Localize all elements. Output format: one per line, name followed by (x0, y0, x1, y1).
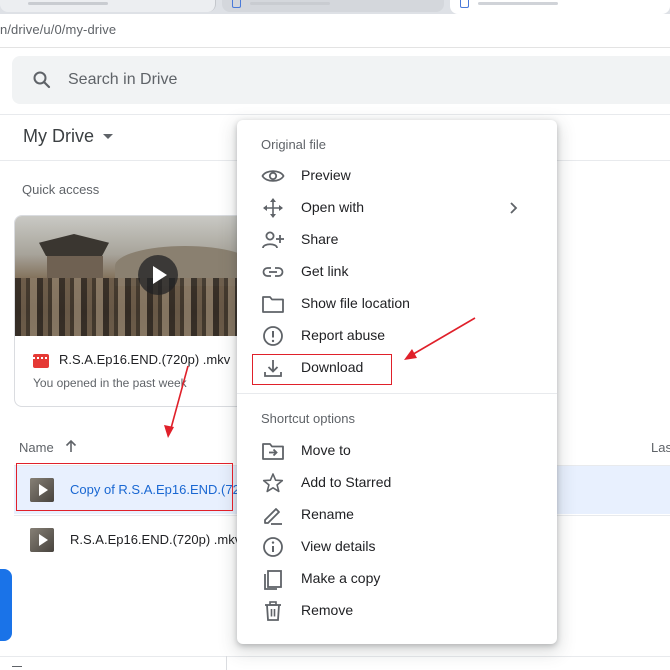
info-icon (261, 536, 285, 558)
menu-item-report-abuse[interactable]: Report abuse (237, 320, 557, 352)
menu-item-label: Move to (301, 442, 351, 458)
sort-arrow-up-icon[interactable] (64, 438, 78, 454)
play-icon[interactable] (138, 255, 178, 295)
menu-item-label: Remove (301, 602, 354, 618)
address-bar[interactable]: n/drive/u/0/my-drive (0, 14, 670, 48)
chevron-right-icon (507, 200, 521, 216)
tab-title-placeholder (250, 2, 330, 5)
search-icon[interactable] (32, 70, 52, 90)
menu-item-label: Report abuse (301, 327, 386, 343)
menu-divider (237, 393, 557, 394)
video-file-icon (30, 528, 54, 552)
menu-section-original-file: Original file (261, 137, 327, 152)
search-bar[interactable] (12, 56, 670, 104)
tab-favicon-icon (232, 0, 241, 8)
file-name: R.S.A.Ep16.END.(720p) .mkv (70, 532, 242, 547)
eye-icon (261, 165, 285, 187)
menu-item-make-a-copy[interactable]: Make a copy (237, 563, 557, 595)
quick-access-subtitle: You opened in the past week (33, 376, 187, 390)
column-header-name[interactable]: Name (19, 440, 54, 455)
menu-item-label: Rename (301, 506, 354, 522)
folder-move-icon (261, 440, 285, 462)
browser-tab[interactable] (0, 0, 216, 12)
menu-item-open-with[interactable]: Open with (237, 192, 557, 224)
trash-icon (261, 600, 285, 622)
menu-item-add-to-starred[interactable]: Add to Starred (237, 467, 557, 499)
header-divider (0, 114, 670, 115)
quick-access-card[interactable]: R.S.A.Ep16.END.(720p) .mkv You opened in… (14, 215, 254, 407)
menu-item-preview[interactable]: Preview (237, 160, 557, 192)
menu-item-rename[interactable]: Rename (237, 499, 557, 531)
tab-title-placeholder (28, 2, 108, 5)
new-button[interactable] (0, 569, 12, 641)
video-thumbnail (15, 216, 253, 336)
folder-icon (261, 293, 285, 315)
quick-access-file-name: R.S.A.Ep16.END.(720p) .mkv (59, 352, 231, 367)
star-icon (261, 472, 285, 494)
menu-item-label: Add to Starred (301, 474, 392, 490)
quick-access-heading: Quick access (22, 182, 100, 197)
menu-item-label: Open with (301, 199, 365, 215)
minimize-icon[interactable] (12, 666, 22, 667)
menu-item-move-to[interactable]: Move to (237, 435, 557, 467)
video-file-icon (33, 354, 49, 368)
menu-section-shortcut-options: Shortcut options (261, 411, 355, 426)
menu-item-label: View details (301, 538, 376, 554)
menu-item-show-file-location[interactable]: Show file location (237, 288, 557, 320)
chevron-down-icon[interactable] (103, 134, 113, 139)
browser-tab[interactable] (222, 0, 444, 12)
menu-item-label: Make a copy (301, 570, 381, 586)
menu-item-remove[interactable]: Remove (237, 595, 557, 627)
move-arrows-icon (261, 197, 285, 219)
menu-item-label: Get link (301, 263, 349, 279)
address-bar-url[interactable]: n/drive/u/0/my-drive (0, 22, 116, 37)
menu-item-label: Share (301, 231, 339, 247)
menu-item-get-link[interactable]: Get link (237, 256, 557, 288)
menu-item-share[interactable]: Share (237, 224, 557, 256)
page-title[interactable]: My Drive (23, 126, 94, 147)
annotation-highlight-download (252, 354, 392, 385)
menu-item-label: Preview (301, 167, 351, 183)
link-icon (261, 261, 285, 283)
menu-item-view-details[interactable]: View details (237, 531, 557, 563)
person-add-icon (261, 229, 285, 251)
column-header-last-modified[interactable]: Las (651, 440, 670, 455)
copy-icon (261, 568, 285, 590)
menu-item-label: Show file location (301, 295, 410, 311)
browser-tab-active[interactable] (450, 0, 670, 14)
pencil-icon (261, 504, 285, 526)
search-input[interactable] (68, 69, 468, 91)
bottom-vertical-divider (226, 656, 227, 670)
tab-title-placeholder (478, 2, 558, 5)
tab-favicon-icon (460, 0, 469, 8)
alert-circle-icon (261, 325, 285, 347)
browser-tab-bar (0, 0, 670, 14)
bottom-divider (0, 656, 670, 657)
annotation-highlight-row (16, 463, 233, 511)
